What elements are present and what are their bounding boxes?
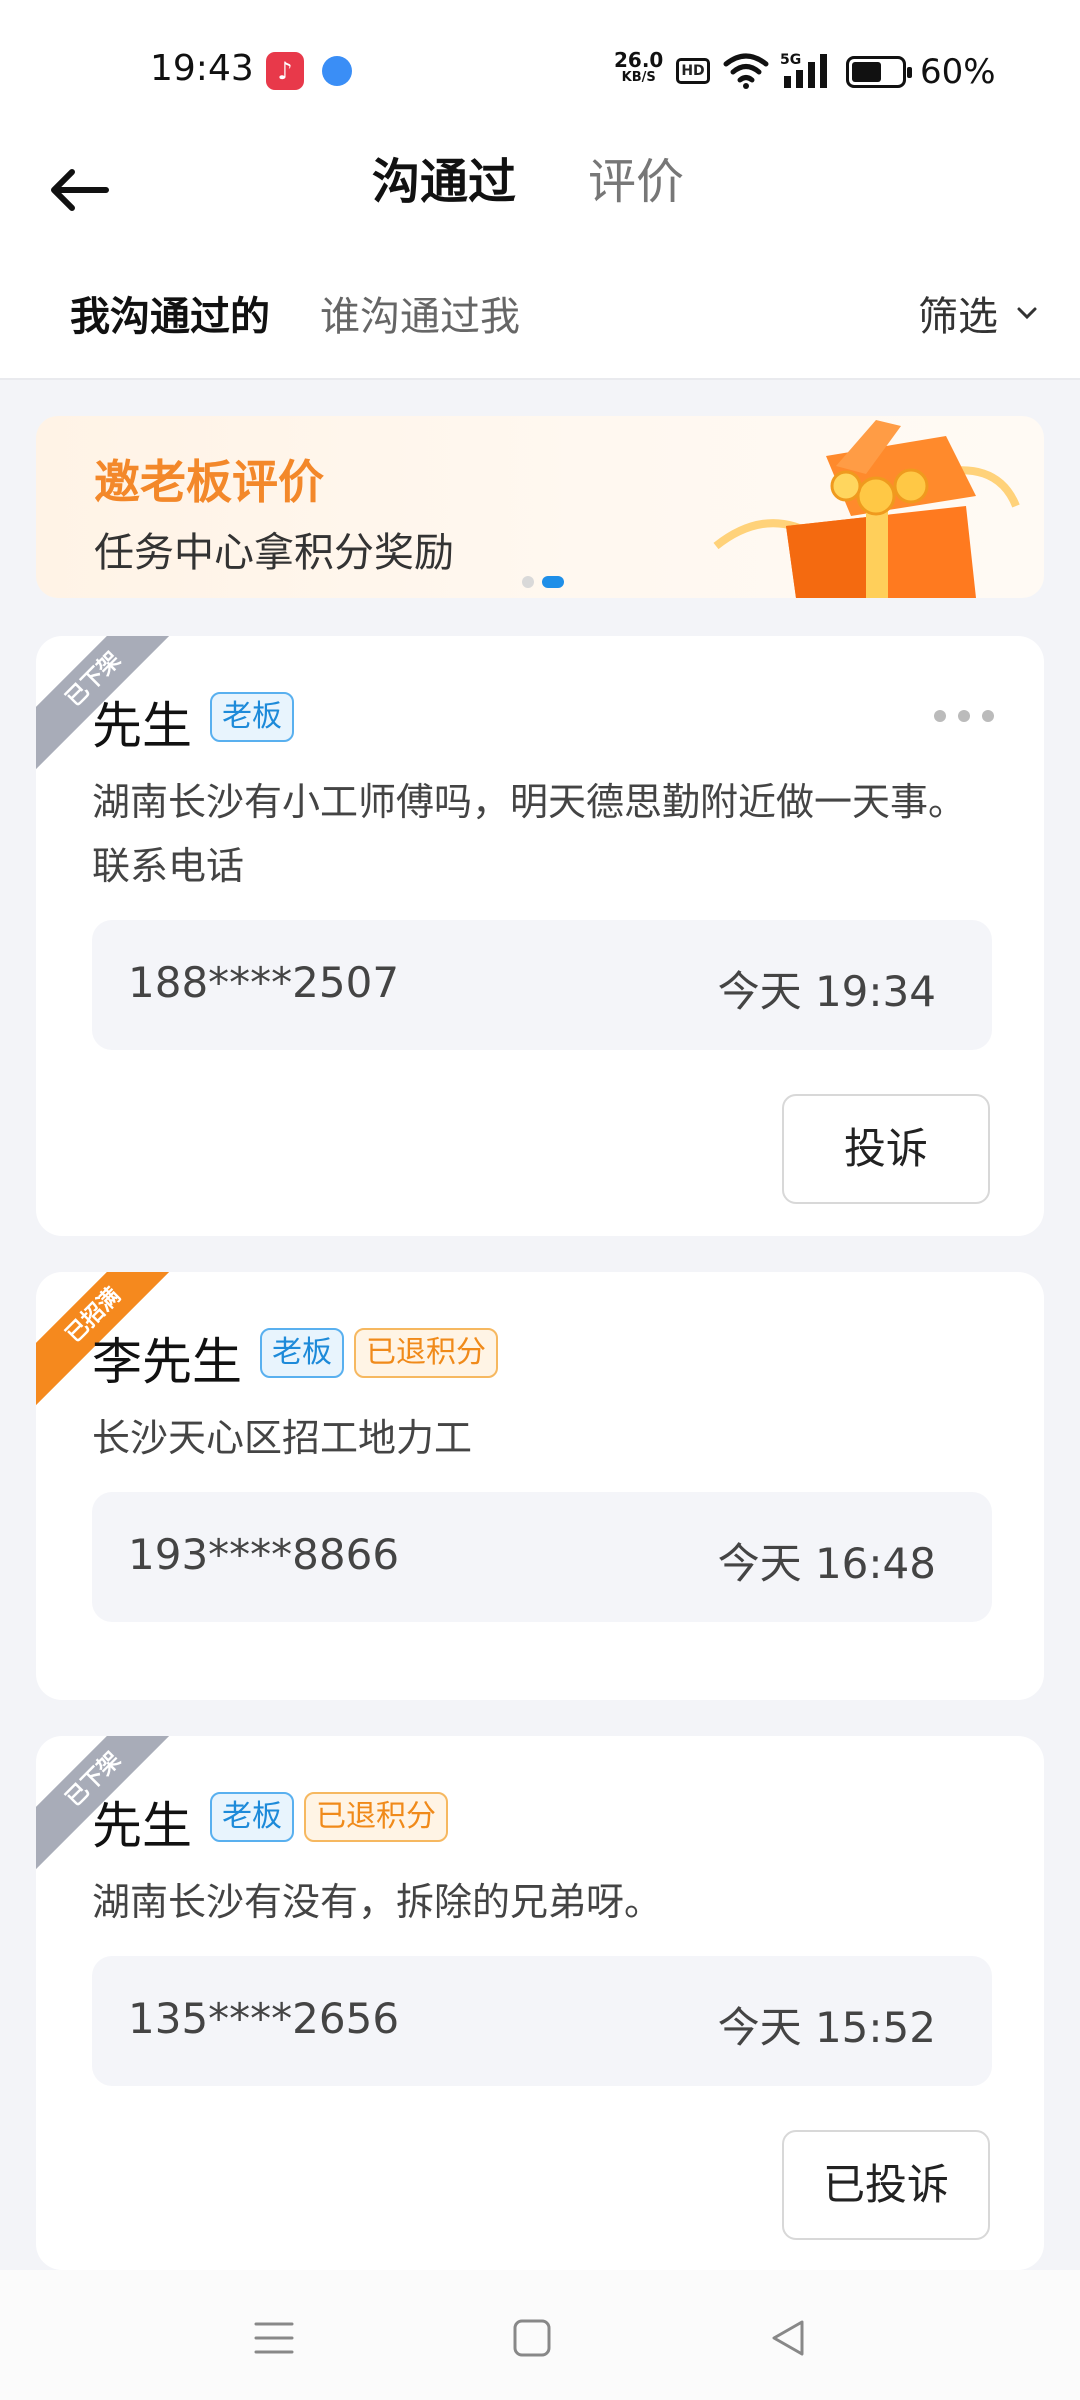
tab-reviews[interactable]: 评价 [588,142,684,212]
job-description: 长沙天心区招工地力工 [92,1416,473,1460]
role-tag: 老板 [260,1328,344,1378]
app-notification-icon [322,56,352,86]
contact-name: 先生 [92,1797,192,1855]
subtab-contacted-me[interactable]: 谁沟通过我 [320,284,520,342]
phone-number: 193****8866 [128,1530,400,1579]
already-complained-button[interactable]: 已投诉 [782,2130,990,2240]
music-app-icon: ♪ [266,52,304,90]
contact-card[interactable]: 已招满 李先生 老板 已退积分 长沙天心区招工地力工 193****8866 今… [36,1272,1044,1700]
contact-time: 今天 15:52 [717,2003,936,2052]
role-tag: 老板 [210,1792,294,1842]
hd-icon: HD [676,58,710,84]
page-dot-active [542,576,564,588]
more-options-icon[interactable] [934,706,994,726]
network-speed: 26.0 KB/S [614,48,664,85]
role-tag: 老板 [210,692,294,742]
menu-icon[interactable] [244,2308,304,2368]
battery-fill [852,62,881,82]
contact-card[interactable]: 已下架 先生 老板 已退积分 湖南长沙有没有，拆除的兄弟呀。 135****26… [36,1736,1044,2270]
back-arrow-icon[interactable] [40,150,120,230]
banner-subtitle: 任务中心拿积分奖励 [94,530,454,576]
job-description: 湖南长沙有没有，拆除的兄弟呀。 [92,1880,663,1924]
home-icon[interactable] [502,2308,562,2368]
gift-box-icon [713,420,1020,598]
points-refunded-tag: 已退积分 [304,1792,448,1842]
phone-number: 135****2656 [128,1994,400,2043]
job-description: 湖南长沙有小工师傅吗，明天德思勤附近做一天事。联系电话 [92,780,967,888]
filter-label: 筛选 [918,294,998,340]
system-nav-bar [0,2270,1080,2400]
filter-button[interactable]: 筛选 [918,284,1040,342]
page: 19:43 ♪ 26.0 KB/S HD 5G 60% 沟通过 评价 我沟通过的… [0,0,1080,2400]
banner-pagination [522,576,564,588]
points-refunded-tag: 已退积分 [354,1328,498,1378]
wifi-icon [723,53,769,89]
contact-card[interactable]: 已下架 先生 老板 湖南长沙有小工师傅吗，明天德思勤附近做一天事。联系电话 18… [36,636,1044,1236]
banner-title: 邀老板评价 [94,455,324,509]
status-time: 19:43 [150,48,254,89]
contact-time: 今天 19:34 [717,967,936,1016]
complain-button[interactable]: 投诉 [782,1094,990,1204]
contact-name: 先生 [92,697,192,755]
contact-info: 188****2507 今天 19:34 [92,920,992,1050]
page-dot [522,576,534,588]
status-bar: 19:43 ♪ 26.0 KB/S HD 5G 60% [0,0,1080,130]
sub-tabs: 我沟通过的 谁沟通过我 筛选 [0,250,1080,380]
battery-icon [846,56,912,88]
phone-number: 188****2507 [128,958,400,1007]
subtab-i-contacted[interactable]: 我沟通过的 [70,284,270,342]
back-icon[interactable] [758,2308,818,2368]
contact-info: 135****2656 今天 15:52 [92,1956,992,2086]
chevron-down-icon [1017,307,1037,320]
promo-banner[interactable]: 邀老板评价 任务中心拿积分奖励 [36,416,1044,598]
signal-5g-icon: 5G [780,52,827,88]
battery-percent: 60% [920,52,996,92]
contact-name: 李先生 [92,1333,242,1391]
contact-time: 今天 16:48 [717,1539,936,1588]
tab-communicated[interactable]: 沟通过 [372,142,516,212]
title-bar: 沟通过 评价 [0,130,1080,250]
svg-text:5G: 5G [780,52,801,68]
contact-info: 193****8866 今天 16:48 [92,1492,992,1622]
